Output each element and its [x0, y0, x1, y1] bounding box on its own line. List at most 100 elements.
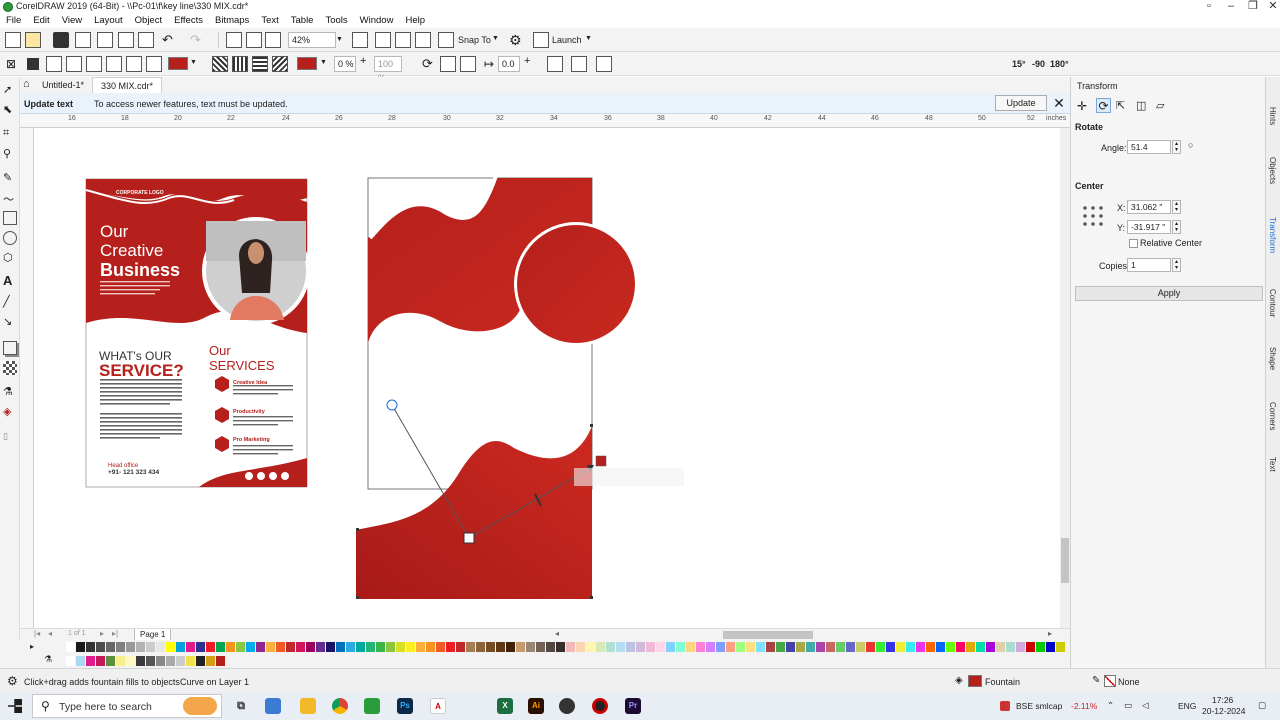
parallel-dimension-icon[interactable]: ╱: [3, 295, 17, 309]
palette-swatch[interactable]: [156, 656, 165, 666]
palette-swatch[interactable]: [336, 642, 345, 652]
palette-swatch[interactable]: [846, 642, 855, 652]
copies-input[interactable]: 1: [1127, 258, 1171, 272]
keyline-shapes[interactable]: [356, 175, 684, 599]
illustrator-icon[interactable]: Ai: [528, 698, 544, 714]
text-tool-icon[interactable]: A: [3, 273, 17, 288]
anchor-grid[interactable]: [1081, 204, 1105, 228]
menu-bitmaps[interactable]: Bitmaps: [209, 14, 255, 28]
menu-text[interactable]: Text: [255, 14, 284, 28]
palette-swatch[interactable]: [156, 642, 165, 652]
two-color-pattern-icon[interactable]: [106, 56, 122, 72]
palette-swatch[interactable]: [126, 642, 135, 652]
palette-swatch[interactable]: [116, 642, 125, 652]
new-document-icon[interactable]: [5, 32, 21, 48]
no-fill-icon[interactable]: ⊠: [6, 56, 22, 72]
premiere-icon[interactable]: Pr: [625, 698, 641, 714]
prev-page-icon[interactable]: ◂: [48, 629, 52, 638]
maximize-button[interactable]: ❐: [1242, 0, 1264, 14]
palette-swatch[interactable]: [516, 642, 525, 652]
angle-input[interactable]: 51.4: [1127, 140, 1171, 154]
palette-swatch[interactable]: [356, 642, 365, 652]
side-tab-objects[interactable]: Objects: [1268, 157, 1277, 184]
palette-swatch[interactable]: [906, 642, 915, 652]
show-rulers-icon[interactable]: [375, 32, 391, 48]
palette-swatch[interactable]: [616, 642, 625, 652]
rectangle-tool-icon[interactable]: [3, 211, 17, 225]
palette-swatch[interactable]: [536, 642, 545, 652]
palette-swatch[interactable]: [766, 642, 775, 652]
free-scale-icon[interactable]: [547, 56, 563, 72]
chrome-icon[interactable]: [332, 698, 348, 714]
palette-swatch[interactable]: [666, 642, 675, 652]
palette-swatch[interactable]: [136, 656, 145, 666]
recorder-icon[interactable]: [592, 698, 608, 714]
palette-swatch[interactable]: [376, 642, 385, 652]
palette-swatch[interactable]: [926, 642, 935, 652]
excel-icon[interactable]: X: [497, 698, 513, 714]
palette-swatch[interactable]: [826, 642, 835, 652]
copy-icon[interactable]: [118, 32, 134, 48]
palette-swatch[interactable]: [226, 642, 235, 652]
open-folder-icon[interactable]: [25, 32, 41, 48]
menu-tools[interactable]: Tools: [319, 14, 353, 28]
shape-tool-icon[interactable]: ⬉: [3, 103, 17, 117]
tray-chevron-icon[interactable]: ⌃: [1107, 700, 1114, 711]
vector-pattern-icon[interactable]: [66, 56, 82, 72]
elliptical-fountain-icon[interactable]: [232, 56, 248, 72]
palette-swatch[interactable]: [636, 642, 645, 652]
close-button[interactable]: ✕: [1262, 0, 1280, 14]
palette-swatch[interactable]: [646, 642, 655, 652]
palette-swatch[interactable]: [546, 642, 555, 652]
texture-fill-icon[interactable]: [126, 56, 142, 72]
smooth-blend-icon[interactable]: [460, 56, 476, 72]
outline-color-indicator[interactable]: [1104, 675, 1116, 687]
palette-swatch[interactable]: [136, 642, 145, 652]
scroll-right-icon[interactable]: ▸: [1048, 629, 1052, 638]
flyer-design[interactable]: CORPORATE LOGO Our Creative Business WHA…: [85, 178, 310, 488]
palette-swatch[interactable]: [876, 642, 885, 652]
uniform-fill-icon[interactable]: [27, 58, 39, 70]
eyedropper-icon[interactable]: ⚗: [3, 385, 17, 399]
clock-time[interactable]: 17:26: [1212, 695, 1233, 705]
postscript-fill-icon[interactable]: [146, 56, 162, 72]
palette-swatch[interactable]: [176, 642, 185, 652]
rotate-180-button[interactable]: 180°: [1050, 59, 1069, 69]
palette-swatch[interactable]: [106, 642, 115, 652]
palette-swatch[interactable]: [706, 642, 715, 652]
palette-swatch[interactable]: [986, 642, 995, 652]
palette-swatch[interactable]: [566, 642, 575, 652]
fill-color-indicator[interactable]: [968, 675, 982, 687]
palette-swatch[interactable]: [476, 642, 485, 652]
volume-icon[interactable]: ◁: [1142, 700, 1149, 711]
redo-icon[interactable]: ↷: [190, 32, 206, 48]
palette-swatch[interactable]: [236, 642, 245, 652]
center-x-spinner[interactable]: ▴ ▾: [1172, 200, 1181, 214]
side-tab-contour[interactable]: Contour: [1268, 289, 1277, 317]
palette-swatch[interactable]: [726, 642, 735, 652]
side-tab-transform[interactable]: Transform: [1268, 217, 1277, 253]
mirror-icon[interactable]: [440, 56, 456, 72]
import-icon[interactable]: [226, 32, 242, 48]
palette-swatch[interactable]: [456, 642, 465, 652]
palette-swatch[interactable]: [506, 642, 515, 652]
palette-swatch[interactable]: [996, 642, 1005, 652]
palette-swatch[interactable]: [386, 642, 395, 652]
palette-swatch[interactable]: [756, 642, 765, 652]
palette-swatch[interactable]: [316, 642, 325, 652]
palette-swatch[interactable]: [556, 642, 565, 652]
zoom-dropdown-icon[interactable]: ▼: [336, 32, 346, 48]
palette-swatch[interactable]: [106, 656, 115, 666]
palette-swatch[interactable]: [196, 642, 205, 652]
language-indicator[interactable]: ENG: [1178, 701, 1196, 711]
palette-swatch[interactable]: [186, 656, 195, 666]
vertical-scrollbar[interactable]: [1060, 128, 1070, 628]
palette-swatch[interactable]: [596, 642, 605, 652]
side-tab-shape[interactable]: Shape: [1268, 347, 1277, 370]
palette-swatch[interactable]: [656, 642, 665, 652]
connector-tool-icon[interactable]: ↘: [3, 315, 17, 329]
palette-swatch[interactable]: [1026, 642, 1035, 652]
palette-swatch[interactable]: [276, 642, 285, 652]
last-page-icon[interactable]: ▸|: [112, 629, 118, 638]
publish-pdf-icon[interactable]: [265, 32, 281, 48]
